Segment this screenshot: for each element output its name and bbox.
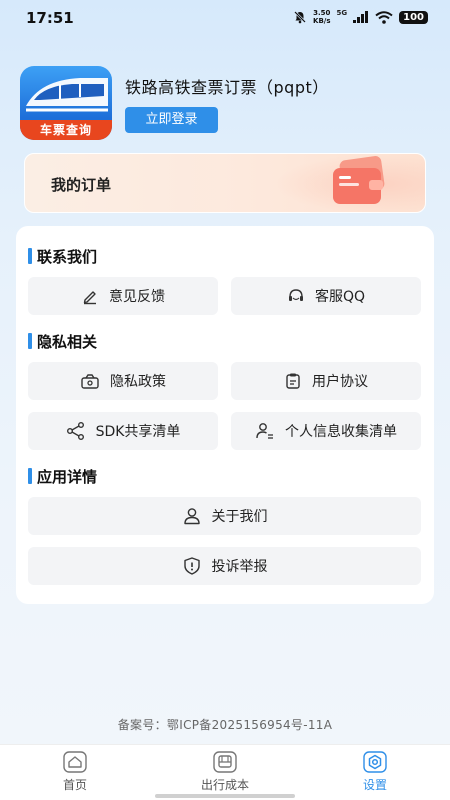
wallet-icon [333,156,385,204]
bus-icon [213,751,237,773]
nav-settings-label: 设置 [362,778,387,792]
status-time: 17:51 [26,9,74,27]
battery-indicator: 100 [399,10,428,24]
my-orders-card[interactable]: 我的订单 [24,153,426,213]
clipboard-icon [286,373,300,389]
logo-banner-text: 车票查询 [20,120,112,140]
nav-home[interactable]: 首页 [35,751,115,793]
home-icon [63,751,87,773]
app-logo: 车票查询 [20,66,112,140]
about-us-label: 关于我们 [211,509,268,525]
icp-record[interactable]: 备案号：鄂ICP备2025156954号-11A [0,716,450,733]
service-qq-label: 客服QQ [314,289,366,305]
user-list-icon [256,423,273,439]
section-title-contact: 联系我们 [28,246,97,267]
privacy-policy-label: 隐私政策 [110,374,166,390]
edit-icon [83,291,96,305]
complaint-label: 投诉举报 [211,559,268,575]
login-button[interactable]: 立即登录 [125,107,218,133]
my-orders-title: 我的订单 [51,176,112,194]
train-icon [26,78,108,112]
sdk-list-label: SDK共享清单 [95,424,181,440]
about-us-button[interactable]: 关于我们 [28,497,421,535]
mute-bell-icon [294,11,306,24]
lock-box-icon [81,374,99,389]
bottom-nav: 首页 出行成本 设置 [0,744,450,800]
nav-travel-cost-label: 出行成本 [200,778,249,792]
settings-card: 联系我们 意见反馈 客服QQ 隐私相关 隐私政策 用户协议 SDK共享清单 个人… [16,226,434,604]
service-qq-button[interactable]: 客服QQ [231,277,421,315]
signal-icon [353,11,369,23]
app-title: 铁路高铁查票订票（pqpt） [125,78,329,97]
wifi-icon [375,10,393,24]
privacy-policy-button[interactable]: 隐私政策 [28,362,218,400]
net-speed: 3.50 KB/s [313,9,331,25]
feedback-label: 意见反馈 [109,289,165,305]
status-bar: 17:51 3.50 KB/s 5G 100 [0,0,450,36]
user-agreement-label: 用户协议 [312,374,368,390]
personal-info-list-button[interactable]: 个人信息收集清单 [231,412,421,450]
nav-settings[interactable]: 设置 [335,751,415,793]
section-title-app-details: 应用详情 [28,466,97,487]
user-agreement-button[interactable]: 用户协议 [231,362,421,400]
headset-icon [288,289,303,301]
feedback-button[interactable]: 意见反馈 [28,277,218,315]
nav-home-label: 首页 [62,778,87,792]
network-type-label: 5G [336,9,348,17]
complaint-button[interactable]: 投诉举报 [28,547,421,585]
person-icon [183,508,200,525]
status-icons: 3.50 KB/s 5G 100 [293,9,428,25]
share-icon [66,422,84,440]
nav-travel-cost[interactable]: 出行成本 [185,751,265,793]
shield-alert-icon [183,557,200,575]
section-title-privacy: 隐私相关 [28,331,97,352]
personal-info-list-label: 个人信息收集清单 [285,424,397,440]
gesture-bar [155,794,295,798]
settings-gear-icon [363,751,387,773]
sdk-list-button[interactable]: SDK共享清单 [28,412,218,450]
